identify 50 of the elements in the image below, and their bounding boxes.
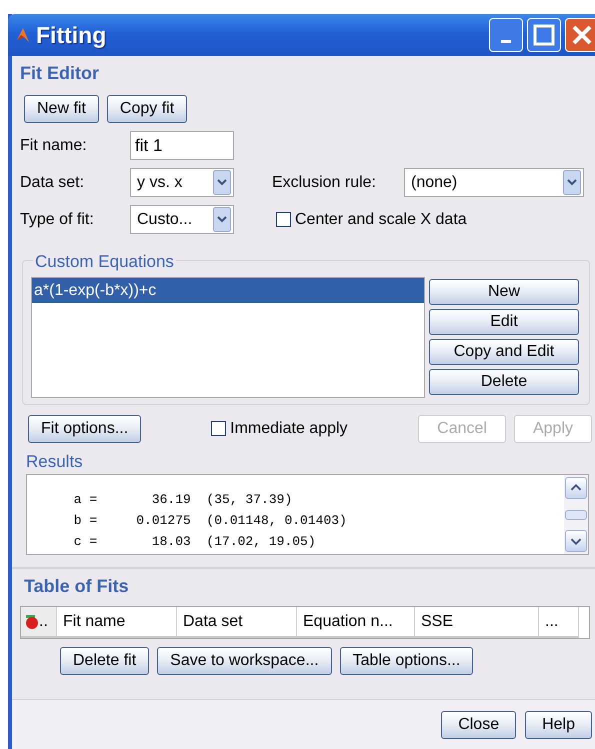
result-line: b = 0.01275 (0.01148, 0.01403) (72, 512, 348, 530)
maximize-button[interactable] (527, 18, 561, 52)
checkbox[interactable] (276, 212, 291, 227)
scroll-down-icon[interactable] (565, 530, 587, 552)
column-header[interactable]: Fit name (57, 607, 177, 638)
equation-button[interactable]: Copy and Edit (429, 338, 579, 364)
close-icon (571, 24, 593, 46)
fit-button[interactable]: Copy fit (106, 95, 188, 123)
column-header[interactable]: ... (539, 607, 579, 638)
status-ball-icon (25, 614, 39, 630)
list-item[interactable]: a*(1-exp(-b*x))+c (32, 278, 424, 302)
equation-button[interactable]: Delete (429, 368, 579, 394)
footer-button[interactable]: Help (525, 710, 592, 738)
minimize-button[interactable] (489, 18, 523, 52)
checkbox[interactable] (211, 421, 226, 436)
scroll-up-icon[interactable] (565, 477, 587, 499)
column-header[interactable]: Equation n... (297, 607, 415, 638)
column-header[interactable]: .. (21, 607, 57, 638)
field-label: Data set: (20, 172, 86, 192)
field-label: Fit name: (20, 136, 88, 156)
section-title: Fit Editor (20, 62, 100, 85)
column-header[interactable]: SSE (415, 607, 539, 638)
table-button[interactable]: Save to workspace... (157, 647, 332, 675)
options-button[interactable]: Fit options... (28, 414, 142, 442)
section-title: Table of Fits (24, 575, 130, 598)
minimize-icon (501, 40, 511, 42)
result-line: a = 36.19 (35, 37.39) (72, 491, 294, 509)
dropdown-field[interactable]: y vs. x (130, 168, 234, 197)
table-button[interactable]: Delete fit (60, 647, 150, 675)
scrollbar[interactable] (564, 475, 588, 554)
dropdown-field[interactable]: Custo... (130, 205, 234, 234)
table-button[interactable]: Table options... (340, 647, 474, 675)
scroll-thumb[interactable] (565, 510, 587, 520)
checkbox-label: Immediate apply (230, 418, 348, 438)
input-field[interactable]: fit 1 (130, 131, 234, 160)
field-label: Exclusion rule: (272, 172, 376, 192)
fit-button[interactable]: New fit (24, 95, 99, 123)
close-button[interactable] (565, 18, 595, 52)
field-label: Type of fit: (20, 210, 95, 230)
maximize-icon (533, 24, 555, 46)
equation-button[interactable]: Edit (429, 308, 579, 334)
app-logo-icon (16, 26, 30, 44)
section-title: Results (26, 450, 84, 472)
dropdown-field[interactable]: (none) (404, 168, 584, 197)
equation-button[interactable]: New (429, 278, 579, 304)
checkbox-label: Center and scale X data (295, 210, 467, 230)
column-header[interactable]: Data set (177, 607, 297, 638)
window-title: Fitting (36, 20, 106, 50)
result-line: c = 18.03 (17.02, 19.05) (72, 533, 317, 551)
footer-button[interactable]: Close (441, 710, 516, 738)
